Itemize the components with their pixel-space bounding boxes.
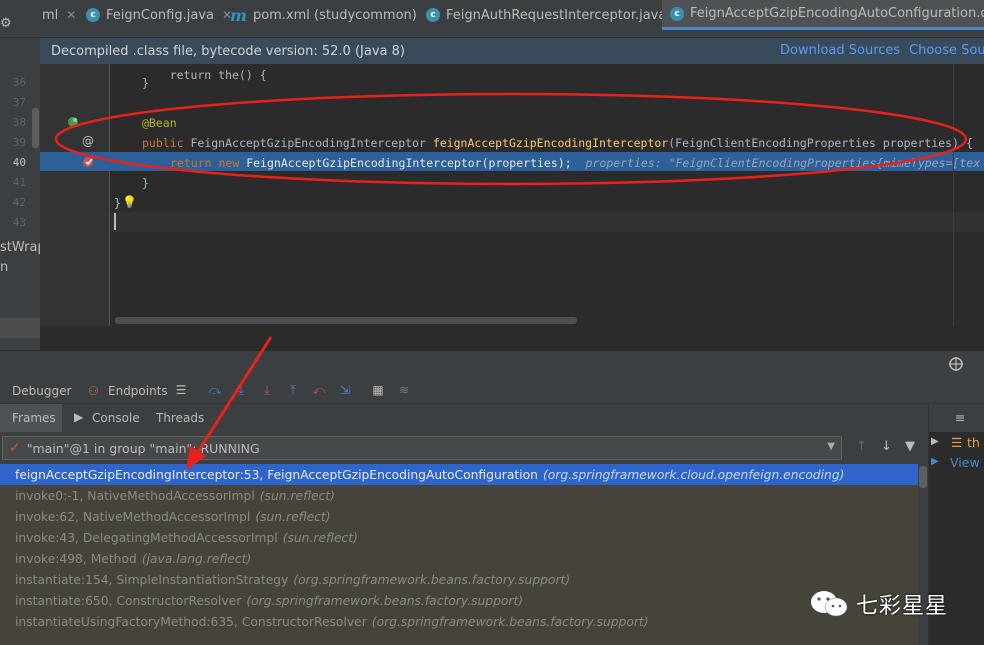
project-item[interactable]: n [0, 260, 8, 275]
watermark: 七彩星星 [808, 588, 948, 620]
frame-item[interactable]: instantiateUsingFactoryMethod:635, Const… [0, 611, 918, 632]
editor-bottom-area [40, 326, 984, 350]
trace-icon[interactable]: ≋ [396, 382, 412, 398]
drop-frame-icon[interactable]: ⤺ [311, 382, 327, 398]
tab-gzip-autoconfig[interactable]: c FeignAcceptGzipEncodingAutoConfigurati… [662, 0, 984, 30]
crosshair-icon[interactable] [948, 356, 964, 372]
bulb-icon[interactable]: 💡 [122, 195, 137, 209]
line-number: 38 [12, 116, 26, 129]
project-scrollbar[interactable] [32, 108, 39, 148]
download-sources-link[interactable]: Download Sources [780, 43, 900, 58]
code-editor[interactable] [110, 64, 984, 326]
tab-feign-auth-interceptor[interactable]: c FeignAuthRequestInterceptor.java ✕ [426, 0, 684, 30]
filter-icon[interactable]: ▼ [905, 439, 915, 454]
choose-sources-link[interactable]: Choose Sour [909, 43, 984, 58]
project-selected-row[interactable] [0, 318, 40, 338]
step-out-icon[interactable]: ⤒ [285, 382, 301, 398]
line-number: 40 [12, 156, 26, 169]
tab-debugger[interactable]: Debugger [12, 384, 71, 398]
code-line-39: public FeignAcceptGzipEncodingIntercepto… [142, 136, 973, 150]
menu-icon[interactable]: ☰ [173, 382, 189, 398]
step-into-icon[interactable]: ⤓ [233, 382, 249, 398]
tab-feign-config[interactable]: c FeignConfig.java ✕ [86, 0, 232, 30]
frame-item[interactable]: feignAcceptGzipEncodingInterceptor:53, F… [0, 464, 918, 485]
wechat-icon [811, 591, 848, 617]
code-line-40: return new FeignAcceptGzipEncodingInterc… [170, 156, 981, 170]
code-line-41: } [142, 176, 149, 190]
frames-scrollbar-thumb[interactable] [919, 466, 927, 488]
expand-icon[interactable]: ▶ [931, 436, 939, 447]
tab-label: FeignAcceptGzipEncodingAutoConfiguration… [690, 6, 984, 21]
frame-item[interactable]: instantiate:650, ConstructorResolver (org… [0, 590, 918, 611]
code-line-38: @Bean [142, 116, 177, 130]
frame-item[interactable]: invoke:62, NativeMethodAccessorImpl (sun.… [0, 506, 918, 527]
editor-gutter [40, 64, 110, 326]
code-line-35: return the() { [142, 68, 267, 82]
class-icon: c [670, 6, 684, 21]
execution-line-gutter [40, 152, 110, 171]
check-icon: ✓ [9, 440, 21, 456]
arrow-up-icon[interactable]: ↑ [856, 439, 867, 454]
class-icon: c [86, 8, 100, 22]
variable-item[interactable]: th [967, 435, 980, 450]
frames-list: feignAcceptGzipEncodingInterceptor:53, F… [0, 464, 928, 645]
endpoints-icon: ⚇ [88, 384, 99, 398]
expand-icon[interactable]: ▶ [931, 456, 939, 467]
console-icon: ▶ [74, 410, 84, 424]
frame-item[interactable]: invoke0:-1, NativeMethodAccessorImpl (sun… [0, 485, 918, 506]
project-item[interactable]: stWrap [0, 240, 40, 255]
current-line [110, 212, 984, 232]
close-icon[interactable]: ✕ [66, 8, 76, 22]
tab-pom-xml[interactable]: m pom.xml (studycommon) ✕ [230, 0, 435, 30]
run-to-cursor-icon[interactable]: ⇲ [337, 382, 353, 398]
code-line-42: } [114, 196, 121, 210]
breakpoint-icon[interactable] [82, 155, 96, 169]
chevron-down-icon[interactable]: ▼ [827, 441, 835, 452]
debug-window-header [0, 350, 984, 378]
line-number: 37 [12, 96, 26, 109]
view-link[interactable]: View [950, 455, 980, 470]
watermark-name: 七彩星星 [856, 594, 949, 619]
gear-icon[interactable]: ⚙ [0, 8, 12, 38]
arrow-down-icon[interactable]: ↓ [881, 439, 892, 454]
tab-label: ml [42, 7, 59, 23]
override-at-icon[interactable]: @ [82, 134, 94, 148]
text-caret [114, 213, 116, 230]
tab-label: pom.xml (studycommon) [252, 7, 417, 23]
line-number: 36 [12, 76, 26, 89]
frame-item[interactable]: instantiate:154, SimpleInstantiationStra… [0, 569, 918, 590]
tab-label: FeignConfig.java [106, 7, 214, 23]
frame-item[interactable]: invoke:43, DelegatingMethodAccessorImpl(… [0, 527, 918, 548]
stack-icon: ☰ [951, 435, 963, 450]
right-margin-guide [953, 64, 954, 326]
bean-icon[interactable] [66, 115, 80, 129]
layout-icon[interactable]: ≡ [955, 410, 965, 425]
line-number: 39 [12, 136, 26, 149]
frame-item[interactable]: invoke:498, Method (java.lang.reflect) [0, 548, 918, 569]
line-number: 43 [12, 216, 26, 229]
class-icon: c [426, 8, 440, 22]
tab-label: FeignAuthRequestInterceptor.java [446, 7, 667, 23]
force-step-into-icon[interactable]: ⤓ [259, 382, 275, 398]
horizontal-scrollbar[interactable] [115, 317, 577, 324]
line-number: 42 [12, 196, 26, 209]
tab-xml[interactable]: ml ✕ [42, 0, 76, 30]
tab-endpoints[interactable]: Endpoints [108, 384, 168, 398]
tab-console[interactable]: Console [92, 411, 140, 425]
inline-debug-hint: properties: "FeignClientEncodingProperti… [585, 156, 981, 170]
code-line-36: } [142, 76, 149, 90]
decompiled-banner: Decompiled .class file, bytecode version… [40, 38, 984, 64]
evaluate-icon[interactable]: ▦ [370, 382, 386, 398]
maven-icon: m [230, 5, 247, 25]
step-over-icon[interactable]: ⤼ [207, 382, 223, 398]
line-number: 41 [12, 176, 26, 189]
tab-frames[interactable]: Frames [12, 411, 56, 425]
banner-message: Decompiled .class file, bytecode version… [51, 43, 405, 59]
tab-threads[interactable]: Threads [156, 411, 204, 425]
thread-selector-value: "main"@1 in group "main": RUNNING [26, 440, 260, 456]
thread-selector[interactable]: ✓ "main"@1 in group "main": RUNNING ▼ [2, 436, 842, 460]
